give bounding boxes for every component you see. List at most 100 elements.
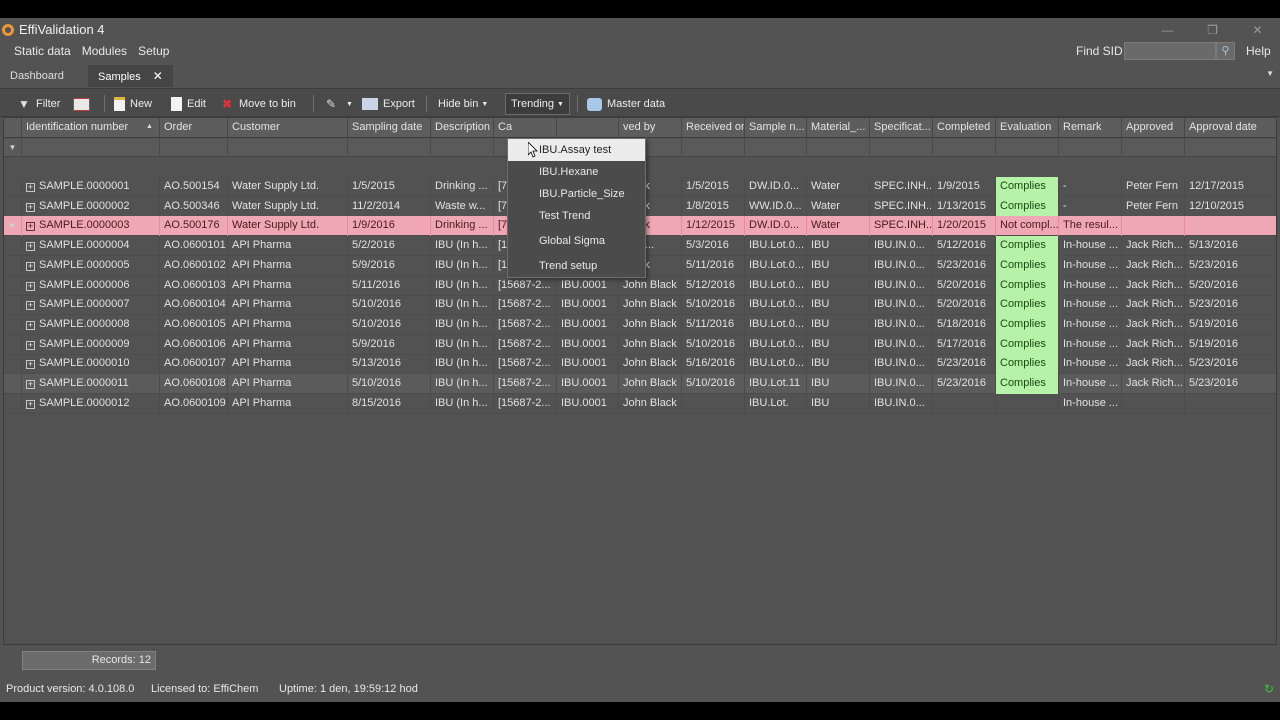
filter-cell-received-on[interactable] <box>681 139 744 157</box>
column-header-id[interactable]: Identification number <box>21 118 159 138</box>
refresh-icon[interactable]: ↻ <box>1264 682 1274 696</box>
filter-cell-approved[interactable] <box>1121 139 1184 157</box>
menu-modules[interactable]: Modules <box>82 44 127 58</box>
find-sid-label: Find SID <box>1076 44 1123 58</box>
column-header-sample-n[interactable]: Sample n... <box>744 118 806 138</box>
menu-help[interactable]: Help <box>1246 44 1271 58</box>
expand-icon[interactable]: + <box>26 222 35 232</box>
cell-sampling-date: 5/2/2016 <box>347 236 430 257</box>
sample-id: SAMPLE.0000011 <box>39 377 129 389</box>
filter-cell-sampling-date[interactable] <box>347 139 430 157</box>
column-header-col7[interactable] <box>556 118 618 138</box>
filter-cell-description[interactable] <box>430 139 493 157</box>
tab-samples[interactable]: Samples ✕ <box>88 65 173 87</box>
cell-completed <box>932 393 995 414</box>
tools-button[interactable]: ✎ ▼ <box>324 93 353 115</box>
column-header-approved[interactable]: Approved <box>1121 118 1184 138</box>
filter-cell-id[interactable] <box>21 139 159 157</box>
edit-button[interactable]: Edit <box>171 93 206 115</box>
expand-icon[interactable]: + <box>26 380 35 389</box>
filter-cell-sample-n[interactable] <box>744 139 806 157</box>
tab-dashboard[interactable]: Dashboard <box>0 65 74 87</box>
filter-cell-order[interactable] <box>159 139 227 157</box>
layout-button[interactable] <box>73 93 95 115</box>
table-row[interactable]: + SAMPLE.0000007 AO.0600104 API Pharma 5/10/… <box>4 295 1276 316</box>
column-header-approval-date[interactable]: Approval date <box>1184 118 1276 138</box>
menu-static-data[interactable]: Static data <box>14 44 71 58</box>
cell-col7: IBU.0001 <box>556 374 618 394</box>
filter-cell-completed[interactable] <box>932 139 995 157</box>
maximize-button[interactable]: ❐ <box>1190 23 1235 37</box>
column-header-customer[interactable]: Customer <box>227 118 347 138</box>
filter-cell-evaluation[interactable] <box>995 139 1058 157</box>
trending-item-test-trend[interactable]: Test Trend <box>508 205 645 227</box>
filter-button[interactable]: ▼ Filter <box>17 93 60 115</box>
master-data-button[interactable]: Master data <box>587 93 665 115</box>
sample-id: SAMPLE.0000002 <box>39 199 130 212</box>
cell-sampling-date: 1/5/2015 <box>347 177 430 197</box>
cell-id: + SAMPLE.0000004 <box>21 236 159 257</box>
cell-order: AO.0600106 <box>159 334 227 355</box>
cell-received-on: 1/12/2015 <box>681 216 744 237</box>
expand-icon[interactable]: + <box>26 242 35 252</box>
column-header-ca[interactable]: Ca <box>493 118 556 138</box>
table-row[interactable]: + SAMPLE.0000008 AO.0600105 API Pharma 5/10/… <box>4 314 1276 335</box>
cell-description: Drinking ... <box>430 177 493 197</box>
table-row[interactable]: + SAMPLE.0000012 AO.0600109 API Pharma 8/15/… <box>4 393 1276 414</box>
cell-received-on: 5/10/2016 <box>681 295 744 316</box>
table-row[interactable]: + SAMPLE.0000009 AO.0600106 API Pharma 5/9/2… <box>4 334 1276 355</box>
expand-icon[interactable]: + <box>26 340 35 350</box>
table-row[interactable]: + SAMPLE.0000006 AO.0600103 API Pharma 5/11/… <box>4 275 1276 296</box>
expand-icon[interactable]: + <box>26 399 35 409</box>
close-icon[interactable]: ✕ <box>153 69 163 83</box>
column-header-description[interactable]: Description <box>430 118 493 138</box>
filter-cell-specification[interactable] <box>869 139 932 157</box>
trending-item-ibu-particle-size[interactable]: IBU.Particle_Size <box>508 183 645 205</box>
filter-cell-approval-date[interactable] <box>1184 139 1276 157</box>
menu-setup[interactable]: Setup <box>138 44 169 58</box>
minimize-button[interactable]: — <box>1145 23 1190 37</box>
trending-item-trend-setup[interactable]: Trend setup <box>508 255 645 277</box>
find-sid-input[interactable] <box>1124 42 1216 60</box>
expand-icon[interactable]: + <box>26 281 35 291</box>
expand-icon[interactable]: + <box>26 202 35 212</box>
export-button[interactable]: Export <box>362 93 415 115</box>
expand-icon[interactable]: + <box>26 301 35 311</box>
cell-description: IBU (In h... <box>430 236 493 257</box>
expand-icon[interactable]: + <box>26 261 35 271</box>
filter-cell-customer[interactable] <box>227 139 347 157</box>
expand-icon[interactable]: + <box>26 360 35 370</box>
cell-evaluation: Complies <box>995 177 1058 197</box>
close-window-button[interactable]: ✕ <box>1235 23 1280 37</box>
column-header-remark[interactable]: Remark <box>1058 118 1121 138</box>
column-header-sampling-date[interactable]: Sampling date <box>347 118 430 138</box>
licensed-to: Licensed to: EffiChem <box>151 683 259 695</box>
new-document-icon <box>114 97 125 111</box>
column-header-material[interactable]: Material_... <box>806 118 869 138</box>
filter-cell-material[interactable] <box>806 139 869 157</box>
column-header-received-on[interactable]: Received on <box>681 118 744 138</box>
column-header-specification[interactable]: Specificat... <box>869 118 932 138</box>
expand-icon[interactable]: + <box>26 320 35 330</box>
column-header-completed[interactable]: Completed <box>932 118 995 138</box>
hide-bin-button[interactable]: Hide bin ▼ <box>438 93 488 115</box>
table-row[interactable]: + SAMPLE.0000010 AO.0600107 API Pharma 5/13/… <box>4 354 1276 375</box>
column-header-order[interactable]: Order <box>159 118 227 138</box>
table-row[interactable]: + SAMPLE.0000011 AO.0600108 API Pharma 5/10/… <box>4 374 1276 394</box>
cell-remark: In-house ... <box>1058 314 1121 335</box>
filter-cell-remark[interactable] <box>1058 139 1121 157</box>
search-icon[interactable]: ⚲ <box>1216 42 1235 60</box>
cell-sampling-date: 5/10/2016 <box>347 295 430 316</box>
tabs-overflow-icon[interactable]: ▼ <box>1266 69 1274 78</box>
trending-button[interactable]: Trending ▼ <box>505 93 570 115</box>
cell-id: + SAMPLE.0000002 <box>21 196 159 217</box>
move-to-bin-label: Move to bin <box>239 98 296 110</box>
cell-description: IBU (In h... <box>430 255 493 276</box>
column-header-received-by[interactable]: ved by <box>618 118 681 138</box>
new-button[interactable]: New <box>114 93 152 115</box>
trending-item-global-sigma[interactable]: Global Sigma <box>508 230 645 252</box>
column-header-evaluation[interactable]: Evaluation <box>995 118 1058 138</box>
move-to-bin-button[interactable]: ✖ Move to bin <box>220 93 296 115</box>
expand-icon[interactable]: + <box>26 183 35 192</box>
trending-item-ibu-hexane[interactable]: IBU.Hexane <box>508 161 645 183</box>
